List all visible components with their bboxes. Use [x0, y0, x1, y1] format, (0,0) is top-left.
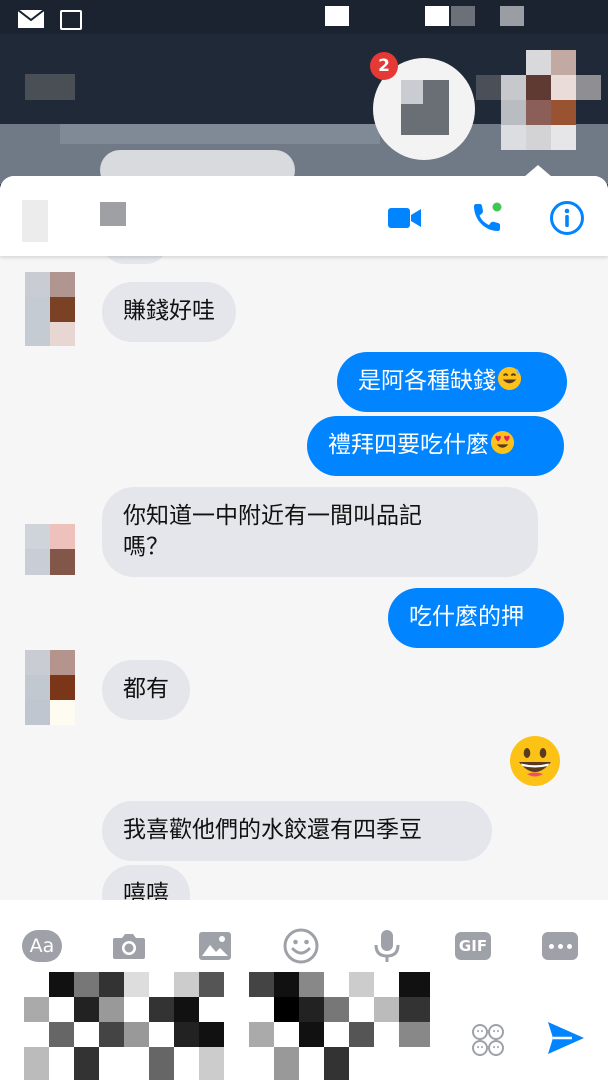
video-call-button[interactable]	[385, 198, 425, 238]
composer: Aa GIF	[0, 900, 608, 1080]
more-icon	[542, 932, 578, 960]
sticker-icon[interactable]	[470, 1022, 506, 1058]
contact-avatar[interactable]	[22, 200, 48, 242]
message-bubble-partial[interactable]	[102, 256, 168, 264]
message-bubble-outgoing[interactable]: 是阿各種缺錢	[337, 352, 567, 412]
microphone-icon	[374, 930, 400, 962]
status-icon	[325, 6, 349, 26]
chat-sheet: 賺錢好哇 是阿各種缺錢 禮拜四要吃什麼 你知道一中附近有一間叫品記 嗎？ 吃什麼…	[0, 176, 608, 1080]
send-icon[interactable]	[546, 1018, 586, 1058]
contact-avatar-small	[25, 650, 75, 726]
heart-eyes-emoji	[490, 430, 515, 455]
status-icon	[451, 6, 475, 26]
message-bubble-outgoing[interactable]: 禮拜四要吃什麼	[307, 416, 564, 476]
text-icon: Aa	[22, 930, 62, 962]
message-bubble-incoming[interactable]: 你知道一中附近有一間叫品記 嗎？	[102, 487, 538, 577]
chat-header	[0, 176, 608, 256]
camera-icon	[113, 934, 145, 959]
image-icon	[199, 932, 231, 960]
message-bubble-incoming[interactable]: 嘻嘻	[102, 865, 190, 900]
message-text: 禮拜四要吃什麼	[328, 432, 489, 458]
message-line: 你知道一中附近有一間叫品記	[123, 503, 422, 529]
more-button[interactable]	[540, 926, 580, 966]
status-bar	[0, 0, 608, 34]
background-text	[60, 124, 380, 144]
mail-icon	[18, 10, 44, 28]
message-bubble-outgoing[interactable]: 吃什麼的押	[388, 588, 564, 648]
phone-icon	[474, 202, 502, 231]
contact-avatar-small	[25, 272, 75, 350]
camera-button[interactable]	[109, 926, 149, 966]
message-line: 嗎？	[123, 534, 169, 560]
info-button[interactable]	[547, 198, 587, 238]
video-camera-icon	[388, 208, 421, 228]
grinning-emoji[interactable]	[508, 734, 562, 788]
message-bubble-incoming[interactable]: 賺錢好哇	[102, 282, 236, 342]
status-icon	[500, 6, 524, 26]
message-bubble-incoming[interactable]: 都有	[102, 660, 190, 720]
microphone-button[interactable]	[367, 926, 407, 966]
message-input[interactable]	[24, 972, 430, 1080]
grinning-sweat-emoji	[497, 366, 522, 391]
contact-avatar-small	[25, 524, 75, 576]
gif-button[interactable]: GIF	[453, 926, 493, 966]
message-list[interactable]: 賺錢好哇 是阿各種缺錢 禮拜四要吃什麼 你知道一中附近有一間叫品記 嗎？ 吃什麼…	[0, 256, 608, 900]
unread-badge: 2	[370, 52, 398, 80]
info-icon	[550, 201, 584, 235]
chat-head-avatar-secondary[interactable]	[476, 50, 606, 150]
emoji-button[interactable]	[281, 926, 321, 966]
message-bubble-incoming[interactable]: 我喜歡他們的水餃還有四季豆	[102, 801, 492, 861]
gif-icon: GIF	[455, 932, 491, 960]
image-button[interactable]	[195, 926, 235, 966]
gallery-icon	[60, 10, 82, 30]
emoji-icon	[283, 928, 319, 964]
text-button[interactable]: Aa	[22, 926, 62, 966]
status-icon	[425, 6, 449, 26]
voice-call-button[interactable]	[466, 198, 506, 238]
contact-name[interactable]	[100, 202, 126, 226]
message-text: 是阿各種缺錢	[358, 368, 496, 394]
